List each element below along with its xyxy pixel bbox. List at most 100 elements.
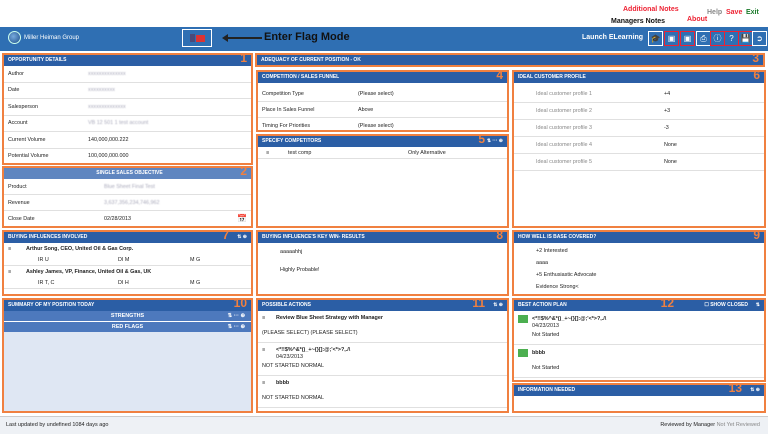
status-grid-icon — [518, 314, 528, 323]
menu-icon[interactable]: ≡ — [262, 347, 276, 353]
note-icon: ▣ — [683, 34, 692, 43]
list-item: +2 Interested — [536, 248, 568, 254]
detail-value: +3 — [664, 108, 671, 114]
detail-row: Close Date 02/28/2013 📅 — [4, 211, 251, 226]
strengths-row[interactable]: STRENGTHS ⇅ ··· ⊕ — [4, 311, 251, 321]
panel-number: 6 — [753, 70, 760, 82]
graduation-cap-icon: 🎓 — [650, 34, 661, 43]
detail-label: Date — [8, 87, 20, 94]
logo-icon — [8, 31, 21, 44]
additional-notes-button[interactable]: ▣ — [680, 31, 695, 46]
print-icon: ⎙ — [700, 33, 707, 43]
panel-number: 8 — [496, 230, 503, 242]
detail-row: Product Blue Sheet Final Test — [4, 179, 251, 195]
graduation-cap-button[interactable]: 🎓 — [648, 31, 663, 46]
panel-controls[interactable]: ⇅ ⊕ — [237, 232, 247, 243]
detail-label: Account — [8, 120, 28, 127]
list-item[interactable]: ≡ Arthur Song, CEO, United Oil & Gas Corp… — [4, 243, 251, 254]
competitor-value: Only Alternative — [408, 149, 446, 156]
detail-select[interactable]: (Please select) — [358, 123, 394, 129]
print-button[interactable]: ⎙ — [696, 31, 711, 46]
detail-value: None — [664, 159, 677, 165]
action-item[interactable]: ≡ bbbb NOT STARTED NORMAL — [258, 376, 507, 408]
detail-value: 140,000,000.222 — [88, 136, 129, 143]
list-item[interactable]: ≡ test comp Only Alternative — [258, 147, 507, 159]
detail-row: Revenue 3,637,356,234,746,962 — [4, 195, 251, 211]
menu-icon[interactable]: ≡ — [262, 380, 276, 386]
row-controls[interactable]: ⇅ ··· ⊕ — [228, 311, 245, 321]
detail-label: Ideal customer profile 1 — [536, 91, 593, 97]
menu-icon[interactable]: ≡ — [4, 269, 26, 275]
plan-item[interactable]: <*!!$%^&*()_+~{}[]:@;'<*>?,./\ 04/23/2013… — [514, 311, 764, 345]
panel-number: 11 — [472, 298, 485, 310]
panel-title: INFORMATION NEEDED 13 ⇅ ⊕ — [514, 385, 764, 396]
detail-select[interactable]: Above — [358, 107, 373, 113]
about-label: About — [687, 16, 708, 23]
role-value: M G — [190, 279, 201, 286]
footer: Last updated by undefined 1084 days ago … — [0, 416, 768, 434]
panel-controls[interactable]: ⇅ ⊕ — [750, 385, 760, 396]
detail-value: -3 — [664, 125, 669, 131]
exit-label: Exit — [746, 9, 759, 16]
panel-controls[interactable]: ⇅ ··· ⊕ — [487, 136, 503, 147]
detail-label: Ideal customer profile 2 — [536, 108, 593, 114]
list-item[interactable]: ≡ Ashley James, VP, Finance, United Oil &… — [4, 266, 251, 277]
launch-elearning-link[interactable]: Launch ELearning — [582, 34, 643, 41]
calendar-icon[interactable]: 📅 — [237, 214, 247, 223]
panel-title: COMPETITION / SALES FUNNEL 4 — [258, 72, 507, 83]
competition-panel: COMPETITION / SALES FUNNEL 4 Competition … — [256, 70, 509, 132]
managers-notes-button[interactable]: ▣ — [664, 31, 679, 46]
possible-actions-panel: POSSIBLE ACTIONS 11 ⇅ ⊕ ≡ Review Blue Sheet… — [256, 298, 509, 413]
action-selects[interactable]: (PLEASE SELECT) (PLEASE SELECT) — [262, 330, 507, 339]
detail-row: Ideal customer profile 5 None — [514, 154, 764, 171]
row-controls[interactable]: ⇅ ··· ⊕ — [228, 322, 245, 332]
detail-label: Place In Sales Funnel — [262, 106, 315, 113]
detail-value: xxxxxxxxxxxxxx — [88, 70, 126, 77]
person-roles: IR U DI M M G — [4, 254, 251, 266]
adequacy-title: ADEQUACY OF CURRENT POSITION - OK 3 — [257, 55, 763, 65]
detail-label: Product — [8, 183, 27, 190]
competitor-name: test comp — [288, 149, 312, 156]
detail-value: Blue Sheet Final Test — [104, 183, 155, 190]
red-flags-row[interactable]: RED FLAGS ⇅ ··· ⊕ — [4, 322, 251, 332]
specify-competitors-panel: SPECIFY COMPETITORS 5 ⇅ ··· ⊕ ≡ test comp On… — [256, 134, 509, 228]
panel-title: OPPORTUNITY DETAILS 1 — [4, 55, 251, 66]
show-closed-toggle[interactable]: ☐ SHOW CLOSED — [704, 300, 748, 311]
save-button[interactable]: 💾 — [738, 31, 753, 46]
panel-number: 4 — [496, 70, 503, 82]
help-button[interactable]: ? — [724, 31, 739, 46]
panel-title: IDEAL CUSTOMER PROFILE 6 — [514, 72, 764, 83]
detail-row: Ideal customer profile 2 +3 — [514, 103, 764, 120]
opportunity-details-panel: OPPORTUNITY DETAILS 1 Author xxxxxxxxxxxxx… — [2, 53, 253, 165]
action-item[interactable]: ≡ Review Blue Sheet Strategy with Manager… — [258, 311, 507, 343]
detail-row: Ideal customer profile 3 -3 — [514, 120, 764, 137]
exit-button[interactable]: ➲ — [752, 31, 767, 46]
action-item[interactable]: ≡ <*!!$%^&*()_+~{}[]:@;'<*>?,./\ 04/23/201… — [258, 343, 507, 376]
about-button[interactable]: ⓘ — [710, 31, 725, 46]
detail-label: Timing For Priorities — [262, 122, 311, 129]
flag-mode-button[interactable] — [182, 29, 212, 47]
menu-icon[interactable]: ≡ — [258, 150, 288, 156]
arrow-line — [226, 37, 262, 39]
detail-select[interactable]: (Please select) — [358, 91, 394, 97]
detail-label: Ideal customer profile 3 — [536, 125, 593, 131]
panel-title: BUYING INFLUENCE'S KEY WIN- RESULTS 8 — [258, 232, 507, 243]
sort-icon[interactable]: ⇅ — [756, 300, 760, 311]
detail-row: Date xxxxxxxxxx — [4, 83, 251, 99]
adequacy-panel: ADEQUACY OF CURRENT POSITION - OK 3 — [255, 53, 765, 67]
detail-row: Author xxxxxxxxxxxxxx — [4, 66, 251, 83]
detail-row: Place In Sales Funnel Above — [258, 102, 507, 118]
list-item: Highly Probable! — [280, 267, 320, 273]
role-value: IR T, C — [38, 279, 55, 286]
status-grid-icon — [518, 348, 528, 357]
panel-title: HOW WELL IS BASE COVERED? 9 — [514, 232, 764, 243]
menu-icon[interactable]: ≡ — [4, 246, 26, 252]
menu-icon[interactable]: ≡ — [262, 315, 276, 321]
panel-controls[interactable]: ⇅ ⊕ — [493, 300, 503, 311]
plan-date: 04/23/2013 — [532, 323, 559, 329]
list-item: Evidence Strong< — [536, 284, 579, 290]
action-title: <*!!$%^&*()_+~{}[]:@;'<*>?,./\ — [276, 346, 351, 353]
plan-status: Not Started — [532, 332, 560, 338]
plan-item[interactable]: bbbb Not Started — [514, 345, 764, 378]
person-name: Arthur Song, CEO, United Oil & Gas Corp. — [26, 245, 134, 252]
